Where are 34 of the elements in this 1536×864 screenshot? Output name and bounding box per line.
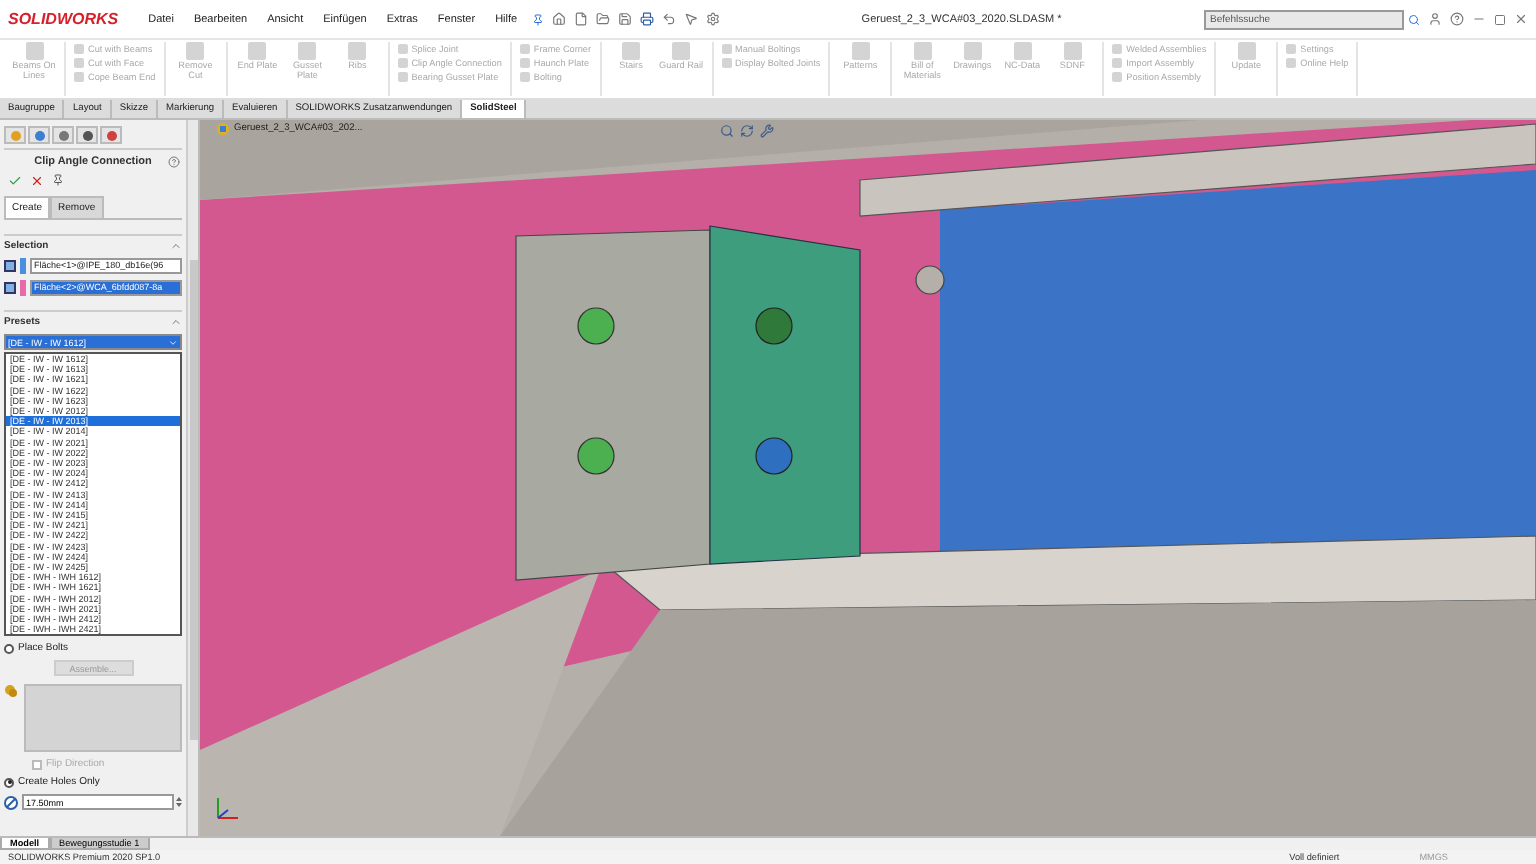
- assembly-icon[interactable]: [216, 122, 230, 136]
- dropdown-caret-icon: [168, 337, 178, 347]
- view-icon[interactable]: [740, 124, 754, 138]
- help-icon[interactable]: [1449, 12, 1464, 26]
- print-icon[interactable]: [639, 12, 654, 26]
- bolt-icon: [4, 684, 18, 699]
- pin-icon[interactable]: [52, 174, 64, 188]
- save-icon[interactable]: [617, 12, 632, 26]
- search-icon[interactable]: [1407, 13, 1420, 25]
- user-icon[interactable]: [1427, 12, 1442, 26]
- undo-icon[interactable]: [661, 12, 676, 26]
- ok-check-icon[interactable]: [8, 174, 22, 188]
- panel-tab-icon[interactable]: [52, 126, 74, 144]
- open-folder-icon[interactable]: [595, 12, 610, 26]
- close-icon[interactable]: [1513, 12, 1528, 26]
- help-icon[interactable]: [168, 155, 180, 167]
- new-file-icon[interactable]: [573, 12, 588, 26]
- maximize-icon[interactable]: [1493, 13, 1506, 25]
- zoom-icon[interactable]: [720, 124, 734, 138]
- pin-icon[interactable]: [531, 13, 544, 25]
- radio-button[interactable]: [4, 643, 14, 654]
- pointer-icon[interactable]: [683, 12, 698, 26]
- home-icon[interactable]: [551, 12, 566, 26]
- distance-icon: [4, 795, 18, 810]
- app-logo: SOLIDWORKS: [8, 10, 119, 28]
- panel-tab-icon[interactable]: [100, 126, 122, 144]
- panel-tab-icon[interactable]: [76, 126, 98, 144]
- radio-button[interactable]: [4, 777, 14, 788]
- cancel-icon[interactable]: [30, 174, 44, 188]
- scrollbar[interactable]: [189, 260, 197, 740]
- settings-icon[interactable]: [705, 12, 720, 26]
- panel-tab-icon[interactable]: [28, 126, 50, 144]
- spin-arrows-icon[interactable]: [176, 796, 182, 809]
- axis-triad-icon: [212, 796, 240, 824]
